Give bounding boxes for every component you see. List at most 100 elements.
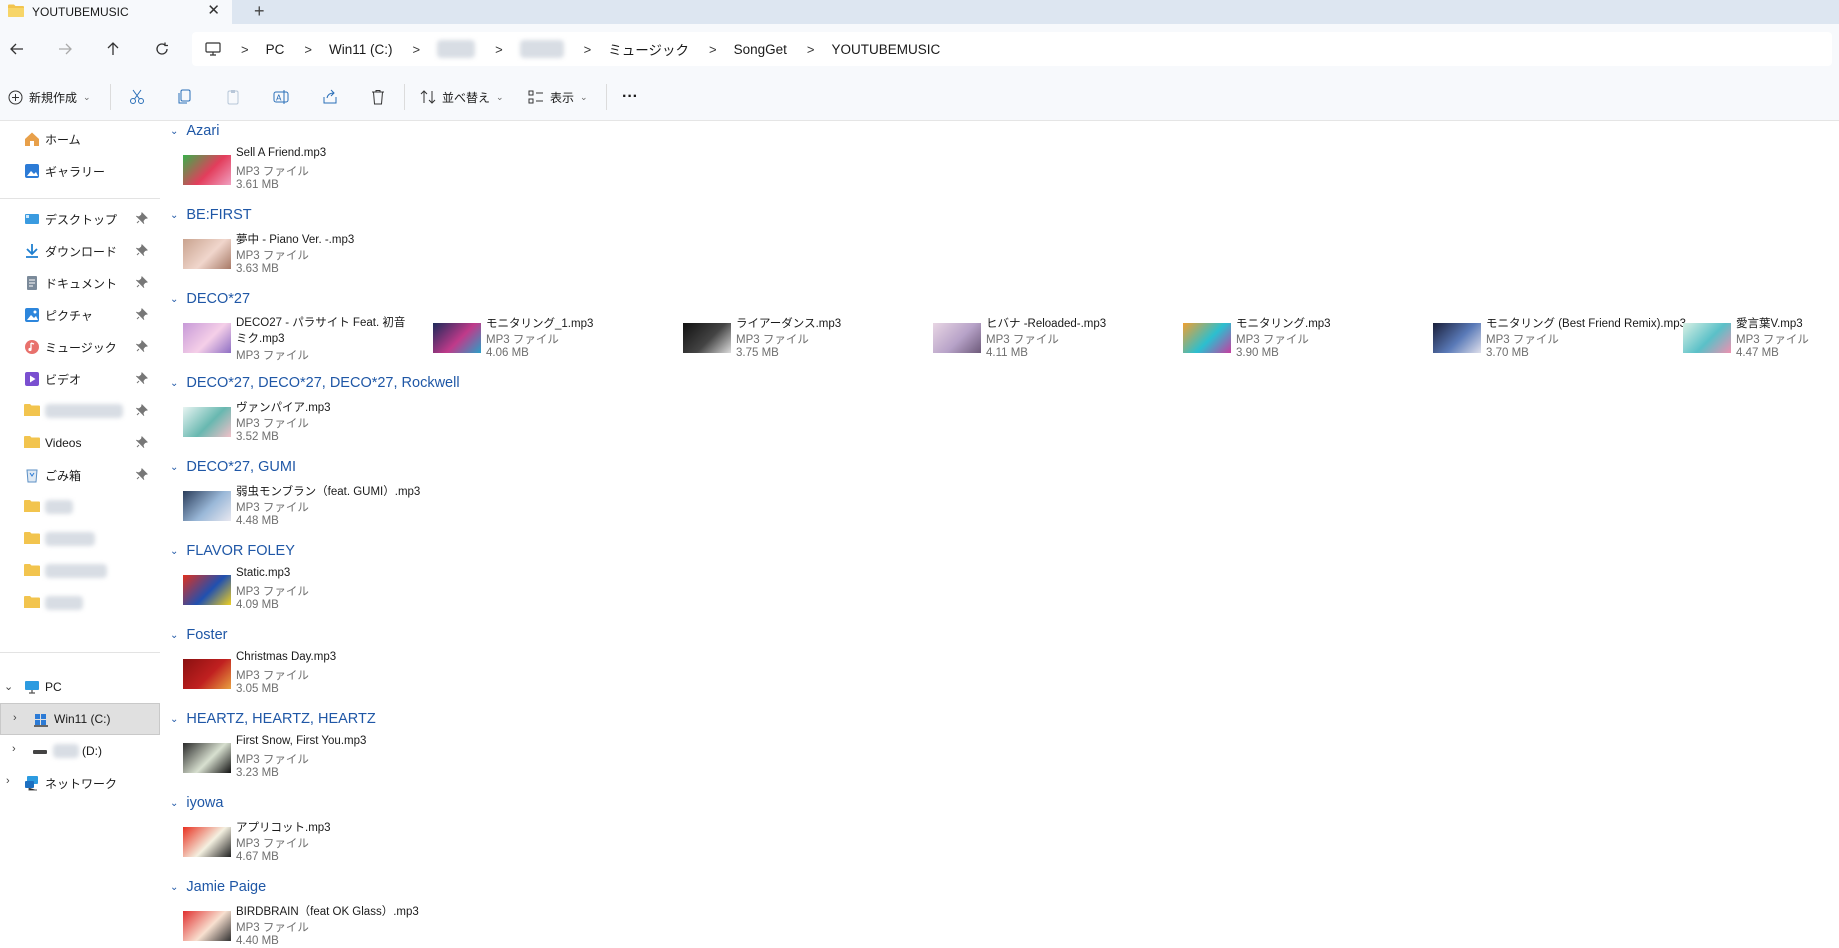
file-name: Christmas Day.mp3 [236,651,337,663]
sidebar-item-redacted-folder[interactable] [0,523,160,555]
sidebar-item-pictures[interactable]: ピクチャ [0,299,160,331]
breadcrumb-songget[interactable]: > SongGet [689,42,787,57]
group-header[interactable]: ⌄ HEARTZ, HEARTZ, HEARTZ [170,709,376,729]
new-button[interactable]: 新規作成 ⌄ [8,86,91,108]
pin-icon[interactable] [135,276,148,291]
network-icon [24,775,40,791]
cut-icon[interactable] [129,86,145,108]
view-list-icon [528,89,544,105]
more-options-button[interactable]: ··· [622,86,638,108]
file-item[interactable]: モニタリング (Best Friend Remix).mp3 MP3 ファイル 3.… [1416,315,1686,373]
chevron-down-icon: ⌄ [170,881,179,893]
file-item[interactable]: ヴァンパイア.mp3 MP3 ファイル 3.52 MB [166,399,416,457]
file-list: ⌄ Azari Sell A Friend.mp3 MP3 ファイル 3.61 MB ⌄ B… [166,121,1839,948]
rename-icon[interactable]: A [273,86,289,108]
sidebar-item-music[interactable]: ミュージック [0,331,160,363]
paste-icon[interactable] [225,86,241,108]
breadcrumb-music[interactable]: > ミュージック [564,39,689,59]
tab-youtubemusic[interactable]: YOUTUBEMUSIC ✕ [0,0,232,24]
divider [404,84,405,110]
address-bar[interactable]: > PC > Win11 (C:) > > > ミュージック > SongGet… [192,32,1832,66]
sidebar-item-network[interactable]: › ネットワーク [0,767,160,799]
file-item[interactable]: モニタリング_1.mp3 MP3 ファイル 4.06 MB [416,315,666,373]
file-name: 弱虫モンブラン（feat. GUMI）.mp3 [236,486,421,498]
sidebar-item-redacted-folder[interactable] [0,395,160,427]
group-header[interactable]: ⌄ DECO*27 [170,289,250,309]
sidebar-item-recycle-bin[interactable]: ごみ箱 [0,459,160,491]
file-name: 愛言葉V.mp3 [1736,318,1803,330]
sort-button[interactable]: 並べ替え ⌄ [420,86,504,108]
group-header[interactable]: ⌄ DECO*27, DECO*27, DECO*27, Rockwell [170,373,460,393]
view-button[interactable]: 表示 ⌄ [528,86,588,108]
sidebar-item-redacted-folder[interactable] [0,587,160,619]
sidebar-item-videos-jp[interactable]: ビデオ [0,363,160,395]
file-item[interactable]: Sell A Friend.mp3 MP3 ファイル 3.61 MB [166,147,416,205]
breadcrumb-youtubemusic[interactable]: > YOUTUBEMUSIC [787,42,940,57]
group-header[interactable]: ⌄ Foster [170,625,227,645]
pin-icon[interactable] [135,372,148,387]
file-item[interactable]: DECO27 - パラサイト Feat. 初音ミク.mp3 MP3 ファイル [166,315,416,373]
pin-icon[interactable] [135,436,148,451]
sidebar-item-home[interactable]: ホーム [0,123,160,155]
close-icon[interactable]: ✕ [207,1,220,19]
breadcrumb-redacted-2[interactable]: > [475,40,564,58]
breadcrumb-drive-c[interactable]: > Win11 (C:) [284,42,392,57]
chevron-right-icon[interactable]: › [6,775,10,787]
sidebar-item-gallery[interactable]: ギャラリー [0,155,160,187]
sidebar-item-drive-d[interactable]: › (D:) [0,735,160,767]
pin-icon[interactable] [135,244,148,259]
refresh-icon[interactable] [150,38,174,60]
chevron-down-icon[interactable]: ⌄ [4,680,13,693]
group-header[interactable]: ⌄ BE:FIRST [170,205,252,225]
up-icon[interactable] [101,38,125,60]
redacted-text [45,596,83,610]
file-group: ⌄ Jamie Paige BIRDBRAIN（feat OK Glass）.mp3… [166,877,1839,948]
file-type: MP3 ファイル [1486,334,1559,346]
breadcrumb-redacted-1[interactable]: > [392,40,476,58]
sidebar-item-pc[interactable]: ⌄ PC [0,671,160,703]
sidebar-item-downloads[interactable]: ダウンロード [0,235,160,267]
copy-icon[interactable] [176,86,192,108]
file-name: BIRDBRAIN（feat OK Glass）.mp3 [236,906,419,918]
share-icon[interactable] [322,86,338,108]
pin-icon[interactable] [135,404,148,419]
file-item[interactable]: BIRDBRAIN（feat OK Glass）.mp3 MP3 ファイル 4.40… [166,903,419,948]
file-item[interactable]: 弱虫モンブラン（feat. GUMI）.mp3 MP3 ファイル 4.48 MB [166,483,420,541]
pin-icon[interactable] [135,340,148,355]
group-header[interactable]: ⌄ Jamie Paige [170,877,266,897]
redacted-text [45,564,107,578]
file-name: Sell A Friend.mp3 [236,147,327,159]
file-item[interactable]: ライアーダンス.mp3 MP3 ファイル 3.75 MB [666,315,916,373]
delete-icon[interactable] [370,86,386,108]
new-tab-button[interactable]: + [254,0,265,22]
chevron-right-icon[interactable]: › [12,743,16,755]
forward-icon[interactable] [53,38,77,60]
sidebar-item-redacted-folder[interactable] [0,491,160,523]
file-item[interactable]: アプリコット.mp3 MP3 ファイル 4.67 MB [166,819,416,877]
file-item[interactable]: モニタリング.mp3 MP3 ファイル 3.90 MB [1166,315,1416,373]
back-icon[interactable] [5,38,29,60]
album-art-thumbnail [183,407,231,437]
file-item[interactable]: ヒバナ -Reloaded-.mp3 MP3 ファイル 4.11 MB [916,315,1166,373]
group-header[interactable]: ⌄ iyowa [170,793,223,813]
sidebar-item-videos[interactable]: Videos [0,427,160,459]
group-header[interactable]: ⌄ FLAVOR FOLEY [170,541,295,561]
group-header[interactable]: ⌄ DECO*27, GUMI [170,457,296,477]
sidebar-item-desktop[interactable]: デスクトップ [0,203,160,235]
file-item[interactable]: Static.mp3 MP3 ファイル 4.09 MB [166,567,416,625]
file-item[interactable]: Christmas Day.mp3 MP3 ファイル 3.05 MB [166,651,416,709]
file-name: モニタリング.mp3 [1236,318,1331,330]
chevron-right-icon[interactable]: › [13,712,17,724]
sidebar-item-drive-c[interactable]: › Win11 (C:) [0,703,160,735]
sidebar-item-documents[interactable]: ドキュメント [0,267,160,299]
pin-icon[interactable] [135,468,148,483]
group-header[interactable]: ⌄ Azari [170,121,219,141]
sidebar-item-redacted-folder[interactable] [0,555,160,587]
file-item[interactable]: 愛言葉V.mp3 MP3 ファイル 4.47 MB [1666,315,1839,373]
file-size: 4.40 MB [236,935,279,947]
file-item[interactable]: First Snow, First You.mp3 MP3 ファイル 3.23 MB [166,735,416,793]
file-item[interactable]: 夢中 - Piano Ver. -.mp3 MP3 ファイル 3.63 MB [166,231,416,289]
pin-icon[interactable] [135,308,148,323]
breadcrumb-pc[interactable]: > PC [221,42,284,57]
pin-icon[interactable] [135,212,148,227]
